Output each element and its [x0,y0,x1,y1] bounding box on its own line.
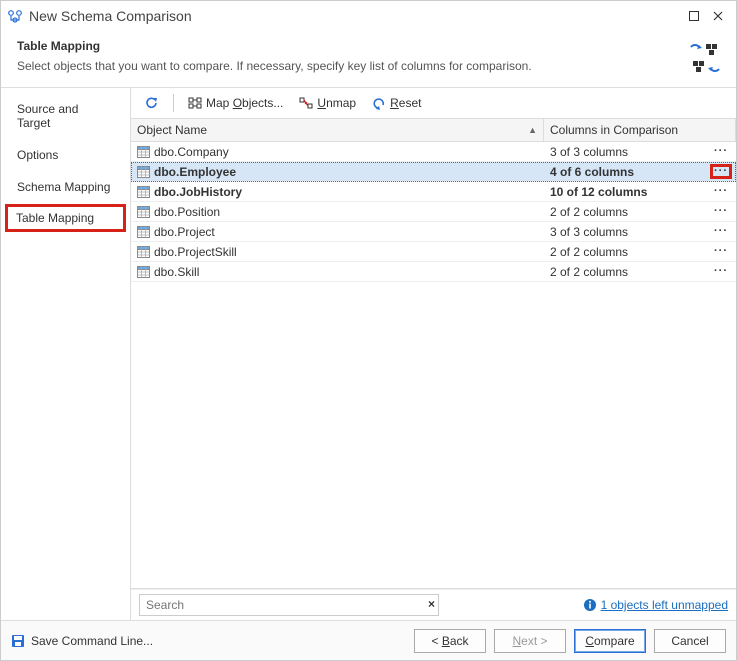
table-row[interactable]: dbo.Position 2 of 2 columns ··· [131,202,736,222]
cell-columns-in-comparison: 2 of 2 columns ··· [544,265,736,279]
map-objects-button[interactable]: Map Objects... [182,93,289,113]
cell-columns-in-comparison: 3 of 3 columns ··· [544,145,736,159]
cell-object-name: dbo.ProjectSkill [131,245,544,259]
close-button[interactable] [706,6,730,26]
object-name-text: dbo.Employee [154,165,236,179]
row-ellipsis-button[interactable]: ··· [712,226,730,237]
window-title: New Schema Comparison [29,8,192,24]
table-row[interactable]: dbo.Project 3 of 3 columns ··· [131,222,736,242]
save-icon [11,634,25,648]
cell-columns-in-comparison: 4 of 6 columns ··· [544,165,736,179]
object-name-text: dbo.Skill [154,265,199,279]
object-name-text: dbo.JobHistory [154,185,242,199]
cell-columns-in-comparison: 2 of 2 columns ··· [544,205,736,219]
table-row[interactable]: dbo.ProjectSkill 2 of 2 columns ··· [131,242,736,262]
cancel-button[interactable]: Cancel [654,629,726,653]
save-command-line-button[interactable]: Save Command Line... [11,634,153,648]
cell-object-name: dbo.JobHistory [131,185,544,199]
table-icon [137,146,150,158]
object-name-text: dbo.Position [154,205,220,219]
object-name-text: dbo.Company [154,145,229,159]
columns-count-text: 4 of 6 columns [550,165,634,179]
object-name-text: dbo.Project [154,225,215,239]
row-ellipsis-button[interactable]: ··· [712,266,730,277]
objects-unmapped-link[interactable]: 1 objects left unmapped [583,598,728,612]
map-objects-icon [188,96,202,110]
maximize-button[interactable] [682,6,706,26]
search-input[interactable] [139,594,439,616]
table-icon [137,226,150,238]
column-header-object-name[interactable]: Object Name ▲ [131,119,544,141]
wizard-nav: Source and TargetOptionsSchema MappingTa… [1,88,131,620]
cell-columns-in-comparison: 2 of 2 columns ··· [544,245,736,259]
columns-count-text: 2 of 2 columns [550,205,628,219]
table-row[interactable]: dbo.Employee 4 of 6 columns ··· [131,162,736,182]
search-box: × [139,594,439,616]
table-row[interactable]: dbo.JobHistory 10 of 12 columns ··· [131,182,736,202]
unmap-button[interactable]: Unmap [293,93,362,113]
object-name-text: dbo.ProjectSkill [154,245,237,259]
table-icon [137,206,150,218]
cell-object-name: dbo.Project [131,225,544,239]
page-title: Table Mapping [17,39,720,53]
grid-header: Object Name ▲ Columns in Comparison [131,118,736,142]
nav-item-table-mapping[interactable]: Table Mapping [5,204,126,232]
cell-object-name: dbo.Employee [131,165,544,179]
columns-count-text: 10 of 12 columns [550,185,647,199]
app-icon [7,8,23,24]
columns-count-text: 2 of 2 columns [550,265,628,279]
table-icon [137,266,150,278]
toolbar: Map Objects... Unmap Reset [131,88,736,118]
cell-columns-in-comparison: 3 of 3 columns ··· [544,225,736,239]
content-pane: Map Objects... Unmap Reset [131,88,736,620]
columns-count-text: 3 of 3 columns [550,225,628,239]
table-row[interactable]: dbo.Skill 2 of 2 columns ··· [131,262,736,282]
row-ellipsis-button[interactable]: ··· [712,166,730,177]
footer: Save Command Line... < Back Next > Compa… [1,620,736,660]
sort-asc-icon: ▲ [528,125,537,135]
nav-item-options[interactable]: Options [5,140,126,170]
cell-columns-in-comparison: 10 of 12 columns ··· [544,185,736,199]
nav-item-schema-mapping[interactable]: Schema Mapping [5,172,126,202]
page-description: Select objects that you want to compare.… [17,59,720,73]
compare-button[interactable]: Compare [574,629,646,653]
wizard-header: Table Mapping Select objects that you wa… [1,31,736,88]
unmap-icon [299,96,313,110]
columns-count-text: 2 of 2 columns [550,245,628,259]
column-header-columns-in-comparison[interactable]: Columns in Comparison [544,119,736,141]
mapping-illustration-icon [688,41,722,75]
table-icon [137,186,150,198]
table-icon [137,166,150,178]
row-ellipsis-button[interactable]: ··· [712,146,730,157]
table-row[interactable]: dbo.Company 3 of 3 columns ··· [131,142,736,162]
cell-object-name: dbo.Position [131,205,544,219]
table-icon [137,246,150,258]
reset-button[interactable]: Reset [366,93,427,113]
toolbar-divider [173,94,174,112]
grid-body[interactable]: dbo.Company3 of 3 columns···dbo.Employee… [131,142,736,589]
back-button[interactable]: < Back [414,629,486,653]
row-ellipsis-button[interactable]: ··· [712,206,730,217]
nav-item-source-and-target[interactable]: Source and Target [5,94,126,138]
next-button[interactable]: Next > [494,629,566,653]
columns-count-text: 3 of 3 columns [550,145,628,159]
undo-icon [372,96,386,110]
row-ellipsis-button[interactable]: ··· [712,186,730,197]
row-ellipsis-button[interactable]: ··· [712,246,730,257]
info-icon [583,598,597,612]
cell-object-name: dbo.Company [131,145,544,159]
main-area: Source and TargetOptionsSchema MappingTa… [1,88,736,620]
refresh-button[interactable] [139,93,165,113]
cell-object-name: dbo.Skill [131,265,544,279]
clear-search-icon[interactable]: × [428,597,435,611]
search-status-bar: × 1 objects left unmapped [131,589,736,620]
titlebar: New Schema Comparison [1,1,736,31]
